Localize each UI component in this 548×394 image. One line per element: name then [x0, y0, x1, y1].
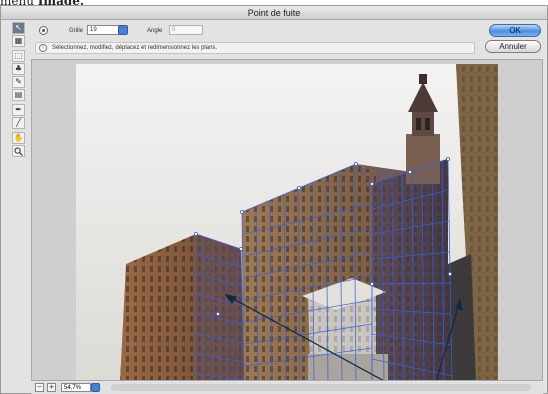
zoom-tool-icon — [14, 147, 23, 156]
zoom-bar: − + 54,7% — [31, 382, 543, 394]
transform-tool[interactable]: ▤ — [12, 89, 25, 101]
preview-photo[interactable] — [76, 64, 498, 380]
building-photo — [76, 64, 498, 380]
zoom-tool[interactable] — [12, 145, 25, 157]
hand-tool[interactable]: ✋ — [12, 132, 25, 144]
preview-canvas[interactable] — [31, 59, 543, 381]
transform-tool-icon: ▤ — [14, 90, 23, 99]
measure-tool[interactable]: ╱ — [12, 117, 25, 129]
grille-stepper-icon[interactable] — [118, 25, 128, 35]
angle-input[interactable]: 0 — [169, 25, 203, 35]
info-icon: i — [39, 44, 47, 52]
zoom-in-button[interactable]: + — [47, 383, 56, 392]
horizontal-scrollbar[interactable] — [111, 384, 531, 391]
cancel-button[interactable]: Annuler — [485, 40, 541, 53]
eyedropper-tool-icon: ✒ — [15, 105, 22, 114]
options-bar: Grille 19 Angle 0 — [35, 24, 475, 40]
zoom-stepper-icon[interactable] — [91, 383, 100, 392]
grille-label: Grille — [69, 28, 84, 34]
ok-button[interactable]: OK — [489, 24, 541, 37]
brush-tool[interactable]: ✎ — [12, 76, 25, 88]
eyedropper-tool[interactable]: ✒ — [12, 104, 25, 116]
measure-tool-icon: ╱ — [16, 118, 21, 127]
create-plane-tool[interactable]: ▦ — [12, 35, 25, 47]
stamp-tool[interactable]: ♣ — [12, 63, 25, 75]
angle-label: Angle — [147, 28, 163, 34]
marquee-tool[interactable]: ⬚ — [12, 50, 25, 62]
toolbox: ↖ ▦ ⬚ ♣ ✎ ▤ ✒ ╱ ✋ — [12, 22, 26, 158]
window-title: Point de fuite — [1, 6, 547, 20]
create-plane-tool-icon: ▦ — [14, 36, 23, 45]
zoom-input[interactable]: 54,7% — [61, 383, 91, 392]
brush-tool-icon: ✎ — [15, 77, 22, 86]
edit-plane-tool-icon: ↖ — [15, 23, 22, 32]
stamp-tool-icon: ♣ — [14, 64, 23, 73]
hint-text: Sélectionnez, modifiez, déplacez et redi… — [52, 45, 218, 51]
vanishing-point-dialog: Point de fuite ↖ ▦ ⬚ ♣ ✎ ▤ ✒ ╱ ✋ Grille … — [0, 5, 548, 394]
zoom-out-button[interactable]: − — [35, 383, 44, 392]
hint-bar: i Sélectionnez, modifiez, déplacez et re… — [35, 42, 475, 54]
marquee-tool-icon: ⬚ — [14, 51, 23, 60]
plane-options-icon[interactable] — [39, 26, 48, 35]
hand-tool-icon: ✋ — [13, 133, 24, 142]
edit-plane-tool[interactable]: ↖ — [12, 22, 25, 34]
